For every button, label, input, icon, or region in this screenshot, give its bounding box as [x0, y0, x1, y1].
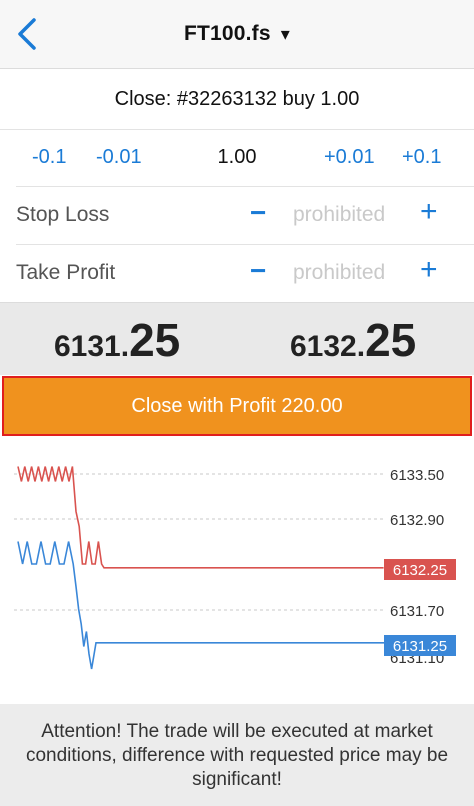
stop-loss-label: Stop Loss	[16, 203, 110, 226]
stop-loss-plus-button[interactable]: +	[420, 195, 438, 229]
symbol-selector[interactable]: FT100.fs ▾	[0, 22, 474, 46]
stop-loss-minus-button[interactable]: −	[250, 197, 266, 229]
level-label-6132-90: 6132.90	[390, 512, 444, 529]
take-profit-value[interactable]: prohibited	[293, 261, 385, 285]
ask-price-tag-text: 6132.25	[393, 562, 447, 579]
price-panel: 6131.25 6132.25	[0, 302, 474, 375]
dropdown-arrow-icon: ▾	[280, 24, 291, 44]
ask-price-series	[17, 466, 384, 569]
bid-price-main: 6131.	[54, 330, 130, 363]
level-label-6133-50: 6133.50	[390, 467, 444, 484]
volume-plus-0-1-button[interactable]: +0.1	[402, 146, 441, 169]
take-profit-minus-button[interactable]: −	[250, 255, 266, 287]
stop-loss-value[interactable]: prohibited	[293, 203, 385, 227]
symbol-title: FT100.fs	[183, 22, 271, 45]
close-with-profit-button[interactable]: Close with Profit 220.00	[2, 376, 472, 436]
take-profit-plus-button[interactable]: +	[420, 253, 438, 287]
volume-plus-0-01-button[interactable]: +0.01	[324, 146, 375, 169]
ask-price: 6132.25	[290, 313, 416, 367]
bid-price-tag-text: 6131.25	[393, 638, 447, 655]
attention-notice: Attention! The trade will be executed at…	[0, 704, 474, 806]
bid-price: 6131.25	[54, 313, 180, 367]
take-profit-label: Take Profit	[16, 261, 116, 284]
volume-row: -0.1 -0.01 1.00 +0.01 +0.1	[0, 130, 474, 186]
navigation-bar: FT100.fs ▾	[0, 0, 474, 69]
level-label-6131-70: 6131.70	[390, 603, 444, 620]
ask-price-main: 6132.	[290, 330, 366, 363]
bid-price-pips: 25	[129, 314, 181, 366]
stop-loss-row: Stop Loss − prohibited +	[16, 186, 474, 245]
attention-text: Attention! The trade will be executed at…	[25, 721, 449, 790]
order-close-header: Close: #32263132 buy 1.00	[0, 69, 474, 130]
close-with-profit-label: Close with Profit 220.00	[131, 395, 343, 417]
bid-price-series	[17, 541, 384, 670]
ask-price-pips: 25	[365, 314, 417, 366]
tick-chart: 6133.50 6132.90 6131.70 6131.10 6132.25 …	[14, 466, 456, 670]
order-close-text: Close: #32263132 buy 1.00	[114, 88, 360, 110]
take-profit-row: Take Profit − prohibited +	[16, 244, 474, 303]
